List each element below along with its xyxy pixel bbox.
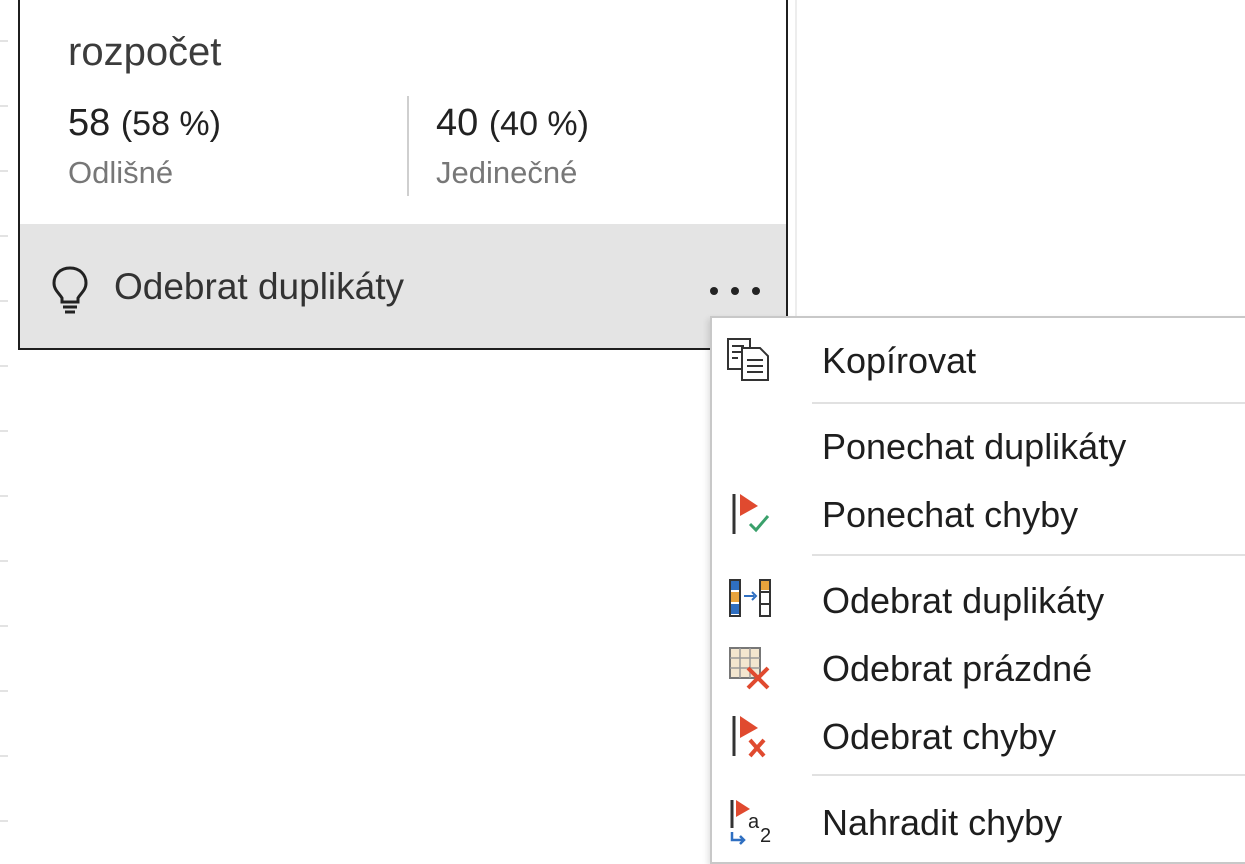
- distinct-stat: 58 (58 %) Odlišné: [68, 100, 221, 191]
- menu-item-label: Nahradit chyby: [822, 802, 1063, 843]
- menu-item-label: Odebrat chyby: [822, 716, 1057, 757]
- remove-empty-icon: [729, 647, 770, 690]
- distinct-count: 58: [68, 102, 111, 144]
- ellipsis-dot: [752, 287, 760, 295]
- menu-item-label: Odebrat prázdné: [822, 648, 1093, 689]
- grid-tick: [0, 625, 8, 627]
- distinct-percent: (58 %): [120, 105, 221, 143]
- menu-item-copy[interactable]: Kopírovat: [712, 328, 1245, 390]
- context-menu: Kopírovat Ponechat duplikáty Ponechat ch…: [710, 316, 1245, 864]
- suggestion-bar: Odebrat duplikáty: [20, 224, 786, 348]
- grid-tick: [0, 560, 8, 562]
- grid-tick: [0, 495, 8, 497]
- grid-tick: [0, 235, 8, 237]
- grid-tick: [0, 690, 8, 692]
- replace-errors-icon: a 2: [730, 800, 771, 846]
- copy-icon: [727, 338, 769, 381]
- grid-tick: [0, 105, 8, 107]
- ellipsis-dot: [731, 287, 739, 295]
- menu-item-label: Ponechat chyby: [822, 494, 1079, 535]
- menu-separator: [812, 402, 1245, 404]
- keep-errors-icon: [732, 494, 770, 534]
- remove-errors-icon: [732, 716, 766, 758]
- menu-item-remove-empty[interactable]: Odebrat prázdné: [712, 636, 1245, 698]
- unique-stat: 40 (40 %) Jedinečné: [436, 100, 589, 191]
- grid-tick: [0, 300, 8, 302]
- menu-item-replace-errors[interactable]: a 2 Nahradit chyby: [712, 790, 1245, 852]
- unique-label: Jedinečné: [436, 155, 578, 190]
- menu-item-remove-errors[interactable]: Odebrat chyby: [712, 704, 1245, 766]
- menu-separator: [812, 554, 1245, 556]
- lightbulb-icon: [52, 266, 88, 314]
- more-options-button[interactable]: [710, 276, 760, 306]
- grid-tick: [0, 170, 8, 172]
- menu-item-keep-duplicates[interactable]: Ponechat duplikáty: [712, 414, 1245, 476]
- distinct-label: Odlišné: [68, 155, 174, 190]
- grid-tick: [0, 820, 8, 822]
- menu-item-remove-duplicates[interactable]: Odebrat duplikáty: [712, 568, 1245, 630]
- menu-item-label: Odebrat duplikáty: [822, 580, 1105, 621]
- column-profile-card: rozpočet 58 (58 %) Odlišné 40 (40 %) Jed…: [18, 0, 788, 350]
- ellipsis-icon: [710, 287, 718, 295]
- remove-duplicates-suggestion[interactable]: Odebrat duplikáty: [114, 266, 404, 308]
- svg-text:2: 2: [760, 825, 771, 846]
- stat-divider: [407, 96, 409, 196]
- remove-duplicates-icon: [729, 579, 771, 617]
- menu-item-label: Kopírovat: [822, 340, 977, 381]
- grid-tick: [0, 40, 8, 42]
- grid-tick: [0, 365, 8, 367]
- unique-count: 40: [436, 102, 479, 144]
- grid-tick: [0, 755, 8, 757]
- menu-item-keep-errors[interactable]: Ponechat chyby: [712, 482, 1245, 544]
- unique-count-line: 40 (40 %): [436, 100, 589, 147]
- menu-item-label: Ponechat duplikáty: [822, 426, 1127, 467]
- column-name: rozpočet: [68, 30, 222, 74]
- menu-separator: [812, 774, 1245, 776]
- grid-tick: [0, 430, 8, 432]
- distinct-count-line: 58 (58 %): [68, 100, 221, 147]
- svg-text:a: a: [748, 811, 760, 833]
- unique-percent: (40 %): [488, 105, 589, 143]
